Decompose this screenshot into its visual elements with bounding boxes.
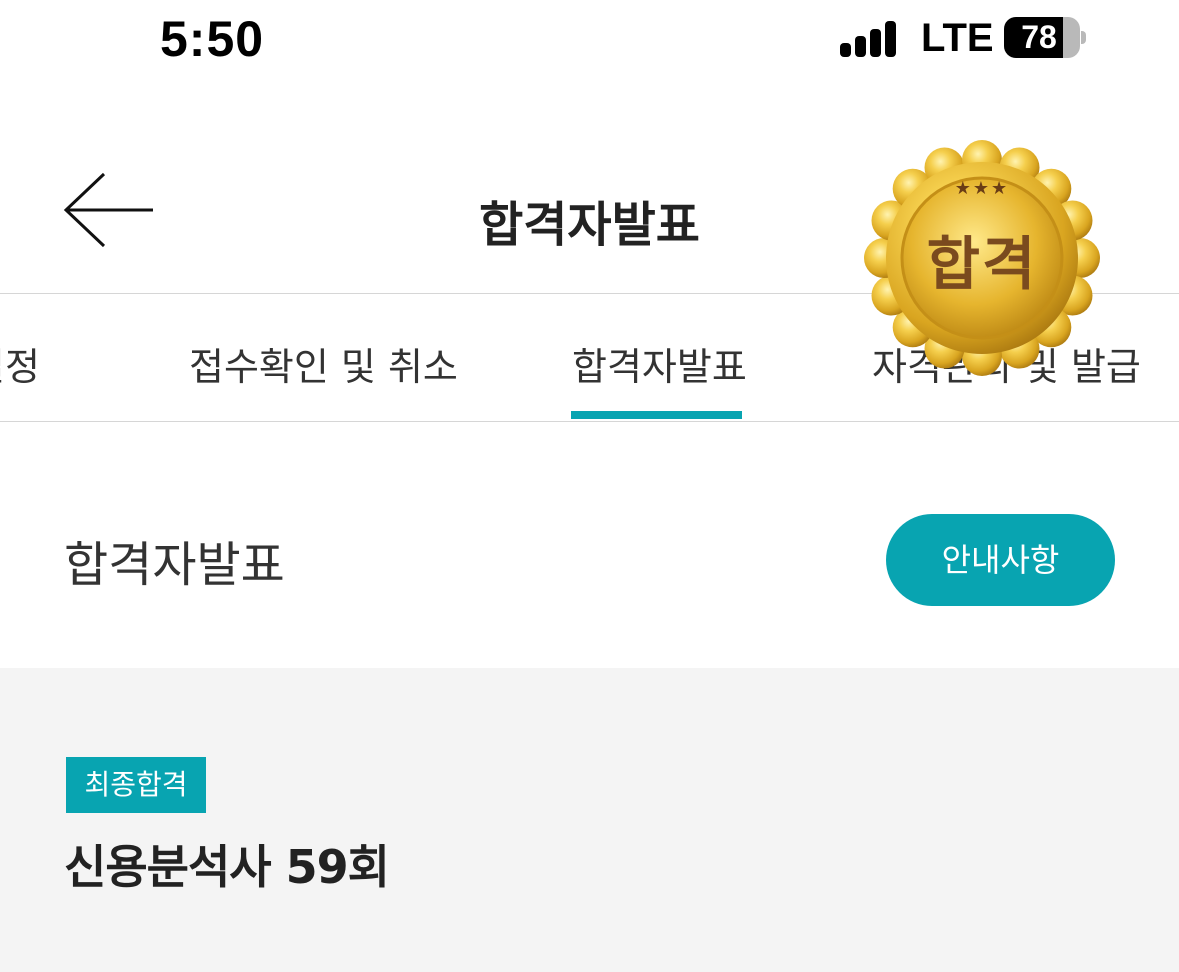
signal-strength-icon — [840, 19, 900, 57]
section-title: 합격자발표 — [64, 537, 285, 593]
tab-results[interactable]: 합격자발표 — [572, 336, 747, 391]
tab-registration-check[interactable]: 접수확인 및 취소 — [189, 336, 458, 391]
page: 5:50 LTE 78 합격자발표 일정 접수확인 및 취소 합격자발표 자격관… — [0, 0, 1179, 972]
result-card[interactable]: 최종합격 신용분석사 59회 — [0, 668, 1179, 972]
medal-stars: ★★★ — [954, 178, 1010, 199]
exam-title: 신용분석사 59회 — [64, 840, 390, 894]
network-type: LTE — [921, 16, 994, 60]
battery-icon: 78 — [1004, 17, 1080, 58]
medal-label: 합격 — [926, 230, 1038, 298]
notice-button[interactable]: 안내사항 — [886, 514, 1115, 606]
status-badge: 최종합격 — [66, 757, 206, 813]
status-bar: 5:50 LTE 78 — [0, 0, 1179, 80]
tab-schedule[interactable]: 일정 — [0, 336, 40, 391]
battery-level: 78 — [1021, 19, 1057, 55]
status-time: 5:50 — [160, 11, 265, 67]
battery-tip — [1081, 31, 1086, 44]
active-tab-indicator — [571, 411, 742, 419]
